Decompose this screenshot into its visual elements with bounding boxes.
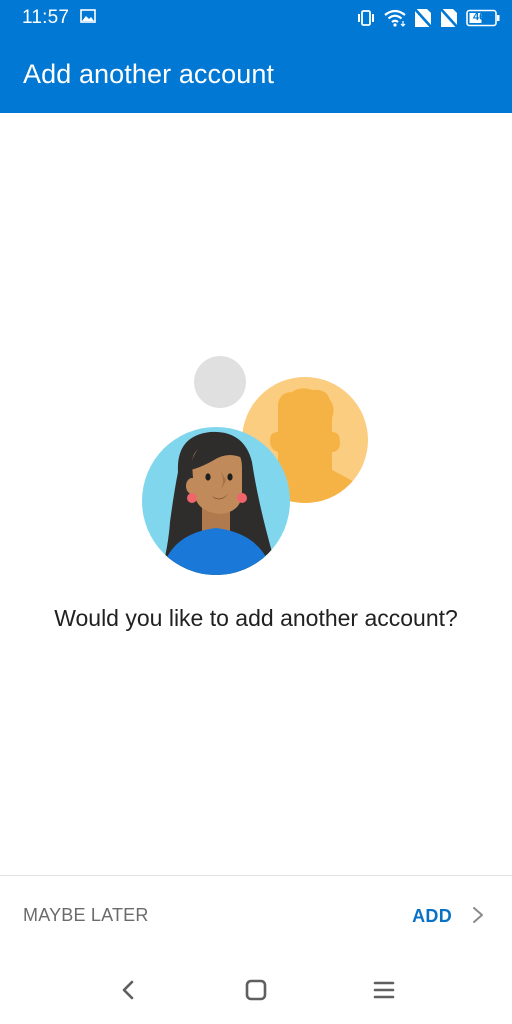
battery-icon: 46: [466, 9, 500, 27]
account-avatars-illustration: [140, 352, 375, 580]
status-icons: 46: [356, 6, 500, 30]
nav-home-button[interactable]: [236, 976, 276, 1008]
no-sim-icon: [414, 8, 432, 28]
vibrate-icon: [356, 9, 376, 27]
nav-recents-button[interactable]: [364, 976, 404, 1008]
battery-level: 46: [473, 11, 486, 23]
add-account-question: Would you like to add another account?: [54, 605, 458, 631]
wifi-icon: [384, 9, 406, 27]
status-bar: 11:57 46: [0, 0, 512, 36]
menu-icon: [373, 979, 395, 1006]
back-icon: [120, 979, 136, 1006]
system-nav-bar: [0, 960, 512, 1024]
woman-avatar: [142, 427, 290, 575]
footer-divider: [0, 875, 512, 876]
add-button[interactable]: ADD: [412, 902, 484, 930]
app-bar: Add another account: [0, 36, 512, 113]
page-title: Add another account: [23, 59, 275, 89]
no-sim-icon: [440, 8, 458, 28]
add-button-label: ADD: [412, 905, 452, 926]
status-time: 11:57: [22, 7, 70, 28]
maybe-later-button[interactable]: MAYBE LATER: [23, 905, 149, 926]
chevron-right-icon: [472, 906, 484, 927]
nav-back-button[interactable]: [108, 976, 148, 1008]
gallery-icon: [80, 9, 96, 23]
grey-dot: [194, 356, 246, 408]
home-icon: [245, 979, 267, 1006]
